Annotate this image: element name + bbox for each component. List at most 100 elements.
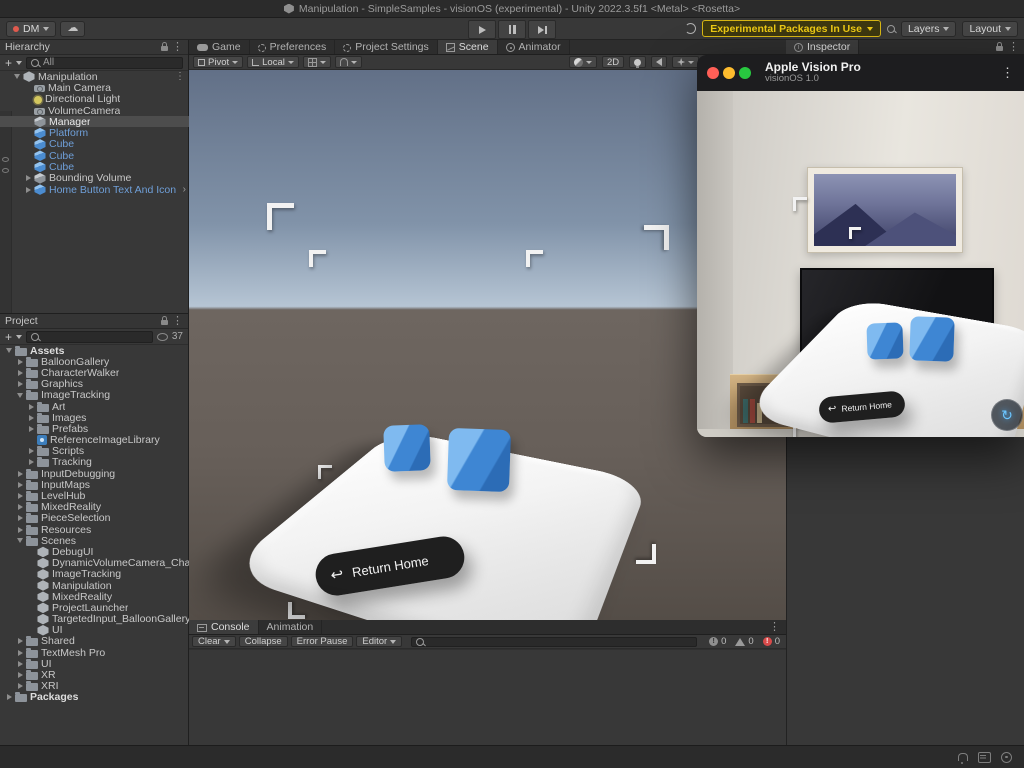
scene-effects-dropdown[interactable] [672, 56, 699, 68]
tab-game[interactable]: Game [189, 40, 250, 54]
project-search-input[interactable] [26, 331, 153, 343]
project-item-mixedreality[interactable]: MixedReality [0, 591, 189, 602]
tab-animation[interactable]: Animation [259, 620, 323, 634]
expander-closed-icon[interactable] [15, 527, 25, 533]
expander-open-icon[interactable] [4, 348, 14, 353]
scene-audio-toggle[interactable] [651, 56, 667, 68]
grid-snap-dropdown[interactable] [303, 56, 331, 68]
shading-mode-dropdown[interactable] [569, 56, 597, 68]
item-options-kebab[interactable]: ⋮ [175, 71, 189, 82]
project-item-assets[interactable]: Assets [0, 345, 189, 356]
expander-open-icon[interactable] [15, 538, 25, 543]
collapse-button[interactable]: Collapse [239, 636, 288, 647]
create-asset-button[interactable]: + [5, 331, 12, 343]
hierarchy-item-manager[interactable]: Manager [0, 116, 189, 127]
console-status-icon[interactable] [978, 752, 991, 763]
expander-closed-icon[interactable] [15, 471, 25, 477]
experimental-packages-dropdown[interactable]: Experimental Packages In Use [702, 20, 881, 37]
project-item-resources[interactable]: Resources [0, 524, 189, 535]
recenter-button[interactable]: ↻ [991, 399, 1023, 431]
project-item-manipulation[interactable]: Manipulation [0, 580, 189, 591]
expander-closed-icon[interactable] [15, 504, 25, 510]
hierarchy-item-home-button-text-and-icon[interactable]: Home Button Text And Icon› [0, 184, 189, 195]
minimize-button[interactable] [723, 67, 735, 79]
project-item-images[interactable]: Images [0, 412, 189, 423]
hierarchy-item-directional-light[interactable]: Directional Light [0, 94, 189, 105]
hierarchy-search-input[interactable]: All [26, 57, 183, 69]
pause-button[interactable] [498, 20, 526, 39]
expander-closed-icon[interactable] [15, 683, 25, 689]
warning-messages-badge[interactable]: 0 [732, 636, 756, 647]
project-item-tracking[interactable]: Tracking [0, 457, 189, 468]
search-icon[interactable] [887, 25, 895, 33]
hierarchy-item-volumecamera[interactable]: VolumeCamera [0, 105, 189, 116]
project-item-inputmaps[interactable]: InputMaps [0, 479, 189, 490]
expander-open-icon[interactable] [12, 74, 22, 79]
hierarchy-item-platform[interactable]: Platform [0, 127, 189, 138]
play-button[interactable] [468, 20, 496, 39]
tab-inspector[interactable]: Inspector [786, 40, 859, 54]
tab-console[interactable]: Console [189, 620, 259, 634]
expander-closed-icon[interactable] [15, 493, 25, 499]
handle-orientation-dropdown[interactable]: Local [247, 56, 299, 68]
editor-button[interactable]: Editor [356, 636, 402, 647]
tab-scene[interactable]: Scene [438, 40, 498, 54]
cloud-services-button[interactable]: ☁ [60, 21, 85, 37]
project-item-inputdebugging[interactable]: InputDebugging [0, 468, 189, 479]
hierarchy-item-bounding-volume[interactable]: Bounding Volume [0, 173, 189, 184]
lock-icon[interactable] [161, 320, 168, 325]
chevron-down-icon[interactable] [16, 61, 22, 65]
expander-closed-icon[interactable] [26, 459, 36, 465]
project-item-ui[interactable]: UI [0, 658, 189, 669]
project-kebab-menu[interactable]: ⋮ [172, 316, 183, 327]
chevron-down-icon[interactable] [16, 335, 22, 339]
expander-closed-icon[interactable] [23, 175, 33, 181]
expander-closed-icon[interactable] [15, 650, 25, 656]
zoom-button[interactable] [739, 67, 751, 79]
console-log-area[interactable] [189, 649, 786, 746]
step-button[interactable] [528, 20, 556, 39]
simulator-kebab-menu[interactable]: ⋮ [1001, 65, 1014, 81]
snap-settings-dropdown[interactable] [335, 56, 362, 68]
simulator-titlebar[interactable]: Apple Vision Pro visionOS 1.0 ⋮ [697, 55, 1024, 91]
hierarchy-item-main-camera[interactable]: Main Camera [0, 82, 189, 93]
project-item-packages[interactable]: Packages [0, 692, 189, 703]
expander-closed-icon[interactable] [15, 661, 25, 667]
expander-closed-icon[interactable] [26, 404, 36, 410]
project-item-shared[interactable]: Shared [0, 636, 189, 647]
project-item-mixedreality[interactable]: MixedReality [0, 502, 189, 513]
2d-toggle[interactable]: 2D [602, 56, 624, 68]
console-kebab-menu[interactable]: ⋮ [763, 622, 786, 633]
console-search-input[interactable] [411, 637, 697, 647]
project-item-prefabs[interactable]: Prefabs [0, 423, 189, 434]
lock-icon[interactable] [996, 46, 1003, 51]
expander-open-icon[interactable] [15, 393, 25, 398]
layout-dropdown[interactable]: Layout [962, 21, 1018, 37]
project-item-xr[interactable]: XR [0, 669, 189, 680]
expander-closed-icon[interactable] [15, 482, 25, 488]
undo-history-icon[interactable] [685, 23, 696, 34]
expander-closed-icon[interactable] [15, 370, 25, 376]
hidden-packages-eye-icon[interactable] [157, 333, 168, 341]
scene-lighting-toggle[interactable] [629, 56, 646, 68]
simulator-viewport[interactable]: ↩ Return Home ↻ [697, 91, 1024, 437]
project-item-balloongallery[interactable]: BalloonGallery [0, 356, 189, 367]
background-tasks-icon[interactable] [1001, 752, 1012, 763]
layers-dropdown[interactable]: Layers [901, 21, 957, 37]
project-item-debugui[interactable]: DebugUI [0, 546, 189, 557]
close-button[interactable] [707, 67, 719, 79]
notifications-bell-icon[interactable] [958, 753, 968, 761]
hierarchy-item-manipulation[interactable]: Manipulation⋮ [0, 71, 189, 82]
project-item-pieceselection[interactable]: PieceSelection [0, 513, 189, 524]
project-item-textmesh-pro[interactable]: TextMesh Pro [0, 647, 189, 658]
tab-project-settings[interactable]: Project Settings [335, 40, 438, 54]
account-dropdown[interactable]: DM [6, 21, 56, 37]
tab-animator[interactable]: Animator [498, 40, 570, 54]
inspector-kebab-menu[interactable]: ⋮ [1003, 42, 1024, 53]
error-messages-badge[interactable]: ! 0 [760, 636, 783, 647]
project-item-scenes[interactable]: Scenes [0, 535, 189, 546]
hierarchy-kebab-menu[interactable]: ⋮ [172, 42, 183, 53]
project-item-levelhub[interactable]: LevelHub [0, 490, 189, 501]
tab-preferences[interactable]: Preferences [250, 40, 336, 54]
create-object-button[interactable]: + [5, 57, 12, 69]
